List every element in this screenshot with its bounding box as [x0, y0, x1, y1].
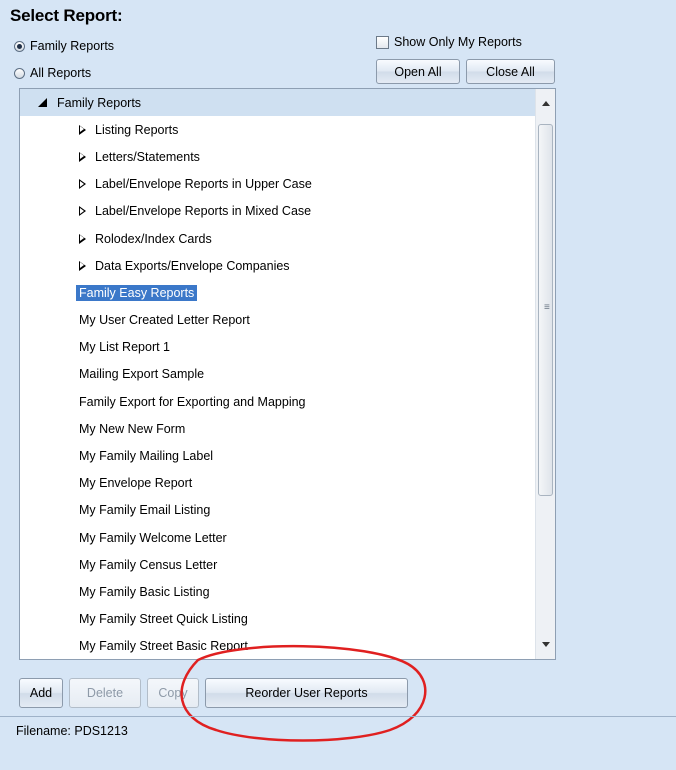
report-item[interactable]: Mailing Export Sample	[20, 361, 535, 388]
scroll-thumb[interactable]: ≡	[538, 124, 553, 496]
report-item[interactable]: My Family Email Listing	[20, 497, 535, 524]
close-all-button[interactable]: Close All	[466, 59, 555, 84]
tree-group[interactable]: Letters/Statements	[20, 143, 535, 170]
tree-group[interactable]: Data Exports/Envelope Companies	[20, 252, 535, 279]
radio-label: All Reports	[30, 66, 92, 80]
tree-label: Family Export for Exporting and Mapping	[79, 394, 306, 409]
tree-group-family-easy-reports[interactable]: Family Easy Reports	[20, 279, 535, 306]
radio-all-reports[interactable]: All Reports	[14, 63, 91, 83]
delete-button[interactable]: Delete	[69, 678, 141, 708]
tree-label: My Family Mailing Label	[79, 449, 214, 464]
scroll-up-arrow-icon[interactable]	[542, 101, 550, 106]
tree-label: My Family Basic Listing	[79, 584, 210, 599]
tree-label: My Family Census Letter	[79, 557, 218, 572]
radio-button[interactable]	[14, 67, 25, 79]
page-title: Select Report:	[10, 6, 123, 25]
tree-label: My List Report 1	[79, 340, 171, 355]
report-item[interactable]: My Family Street Quick Listing	[20, 606, 535, 633]
tree-group[interactable]: Label/Envelope Reports in Upper Case	[20, 171, 535, 198]
filename-label: Filename: PDS1213	[16, 724, 128, 738]
tree-group[interactable]: Label/Envelope Reports in Mixed Case	[20, 198, 535, 225]
radio-family-reports[interactable]: Family Reports	[14, 36, 114, 56]
expand-arrow-icon[interactable]	[79, 179, 86, 190]
report-item[interactable]: My Family Basic Listing	[20, 578, 535, 605]
tree-label: Label/Envelope Reports in Mixed Case	[95, 204, 312, 219]
highlight-annotation	[180, 644, 427, 742]
tree-label: My Family Welcome Letter	[79, 530, 227, 545]
tree-label: My Envelope Report	[79, 476, 193, 491]
expand-arrow-icon[interactable]	[79, 151, 86, 162]
report-item[interactable]: Family Export for Exporting and Mapping	[20, 388, 535, 415]
tree-label: My New New Form	[79, 421, 186, 436]
checkbox-label: Show Only My Reports	[394, 35, 522, 49]
footer-divider	[0, 716, 676, 717]
tree-label: Mailing Export Sample	[79, 367, 205, 382]
tree-label: My Family Email Listing	[79, 503, 211, 518]
tree-label: Family Reports	[57, 95, 142, 110]
tree-label: My Family Street Quick Listing	[79, 612, 248, 627]
report-item[interactable]: My Family Welcome Letter	[20, 524, 535, 551]
tree-list: Family Reports Listing Reports Letters/St…	[20, 89, 535, 659]
report-item[interactable]: My Family Census Letter	[20, 551, 535, 578]
add-button[interactable]: Add	[19, 678, 63, 708]
expand-arrow-icon[interactable]	[79, 124, 86, 135]
report-item[interactable]: My User Created Letter Report	[20, 307, 535, 334]
report-tree[interactable]: Family Reports Listing Reports Letters/St…	[19, 88, 556, 660]
tree-label: Letters/Statements	[95, 149, 200, 164]
radio-button[interactable]	[14, 40, 25, 52]
tree-label: Listing Reports	[95, 122, 179, 137]
expand-arrow-icon[interactable]	[79, 206, 86, 217]
checkbox-box[interactable]	[376, 35, 389, 49]
tree-group[interactable]: Listing Reports	[20, 116, 535, 143]
tree-label: Family Easy Reports	[76, 284, 198, 301]
expand-arrow-icon[interactable]	[79, 233, 86, 244]
tree-group[interactable]: Rolodex/Index Cards	[20, 225, 535, 252]
report-item[interactable]: My New New Form	[20, 415, 535, 442]
vertical-scrollbar[interactable]: ≡	[535, 89, 555, 659]
radio-label: Family Reports	[30, 39, 115, 53]
tree-label: Data Exports/Envelope Companies	[95, 258, 290, 273]
open-all-button[interactable]: Open All	[376, 59, 460, 84]
scroll-down-arrow-icon[interactable]	[542, 642, 550, 647]
highlight-ellipse-stroke	[180, 644, 427, 742]
tree-label: Rolodex/Index Cards	[95, 231, 212, 246]
collapse-arrow-icon[interactable]	[38, 98, 47, 108]
tree-root-family-reports[interactable]: Family Reports	[20, 89, 535, 117]
report-item[interactable]: My Family Mailing Label	[20, 442, 535, 469]
report-item[interactable]: My Envelope Report	[20, 470, 535, 497]
tree-label: Label/Envelope Reports in Upper Case	[95, 177, 312, 192]
tree-label: My User Created Letter Report	[79, 313, 250, 328]
report-item[interactable]: My List Report 1	[20, 334, 535, 361]
grip-icon: ≡	[544, 302, 550, 313]
show-only-my-reports-checkbox[interactable]: Show Only My Reports	[376, 32, 522, 52]
expand-arrow-icon[interactable]	[79, 260, 86, 271]
